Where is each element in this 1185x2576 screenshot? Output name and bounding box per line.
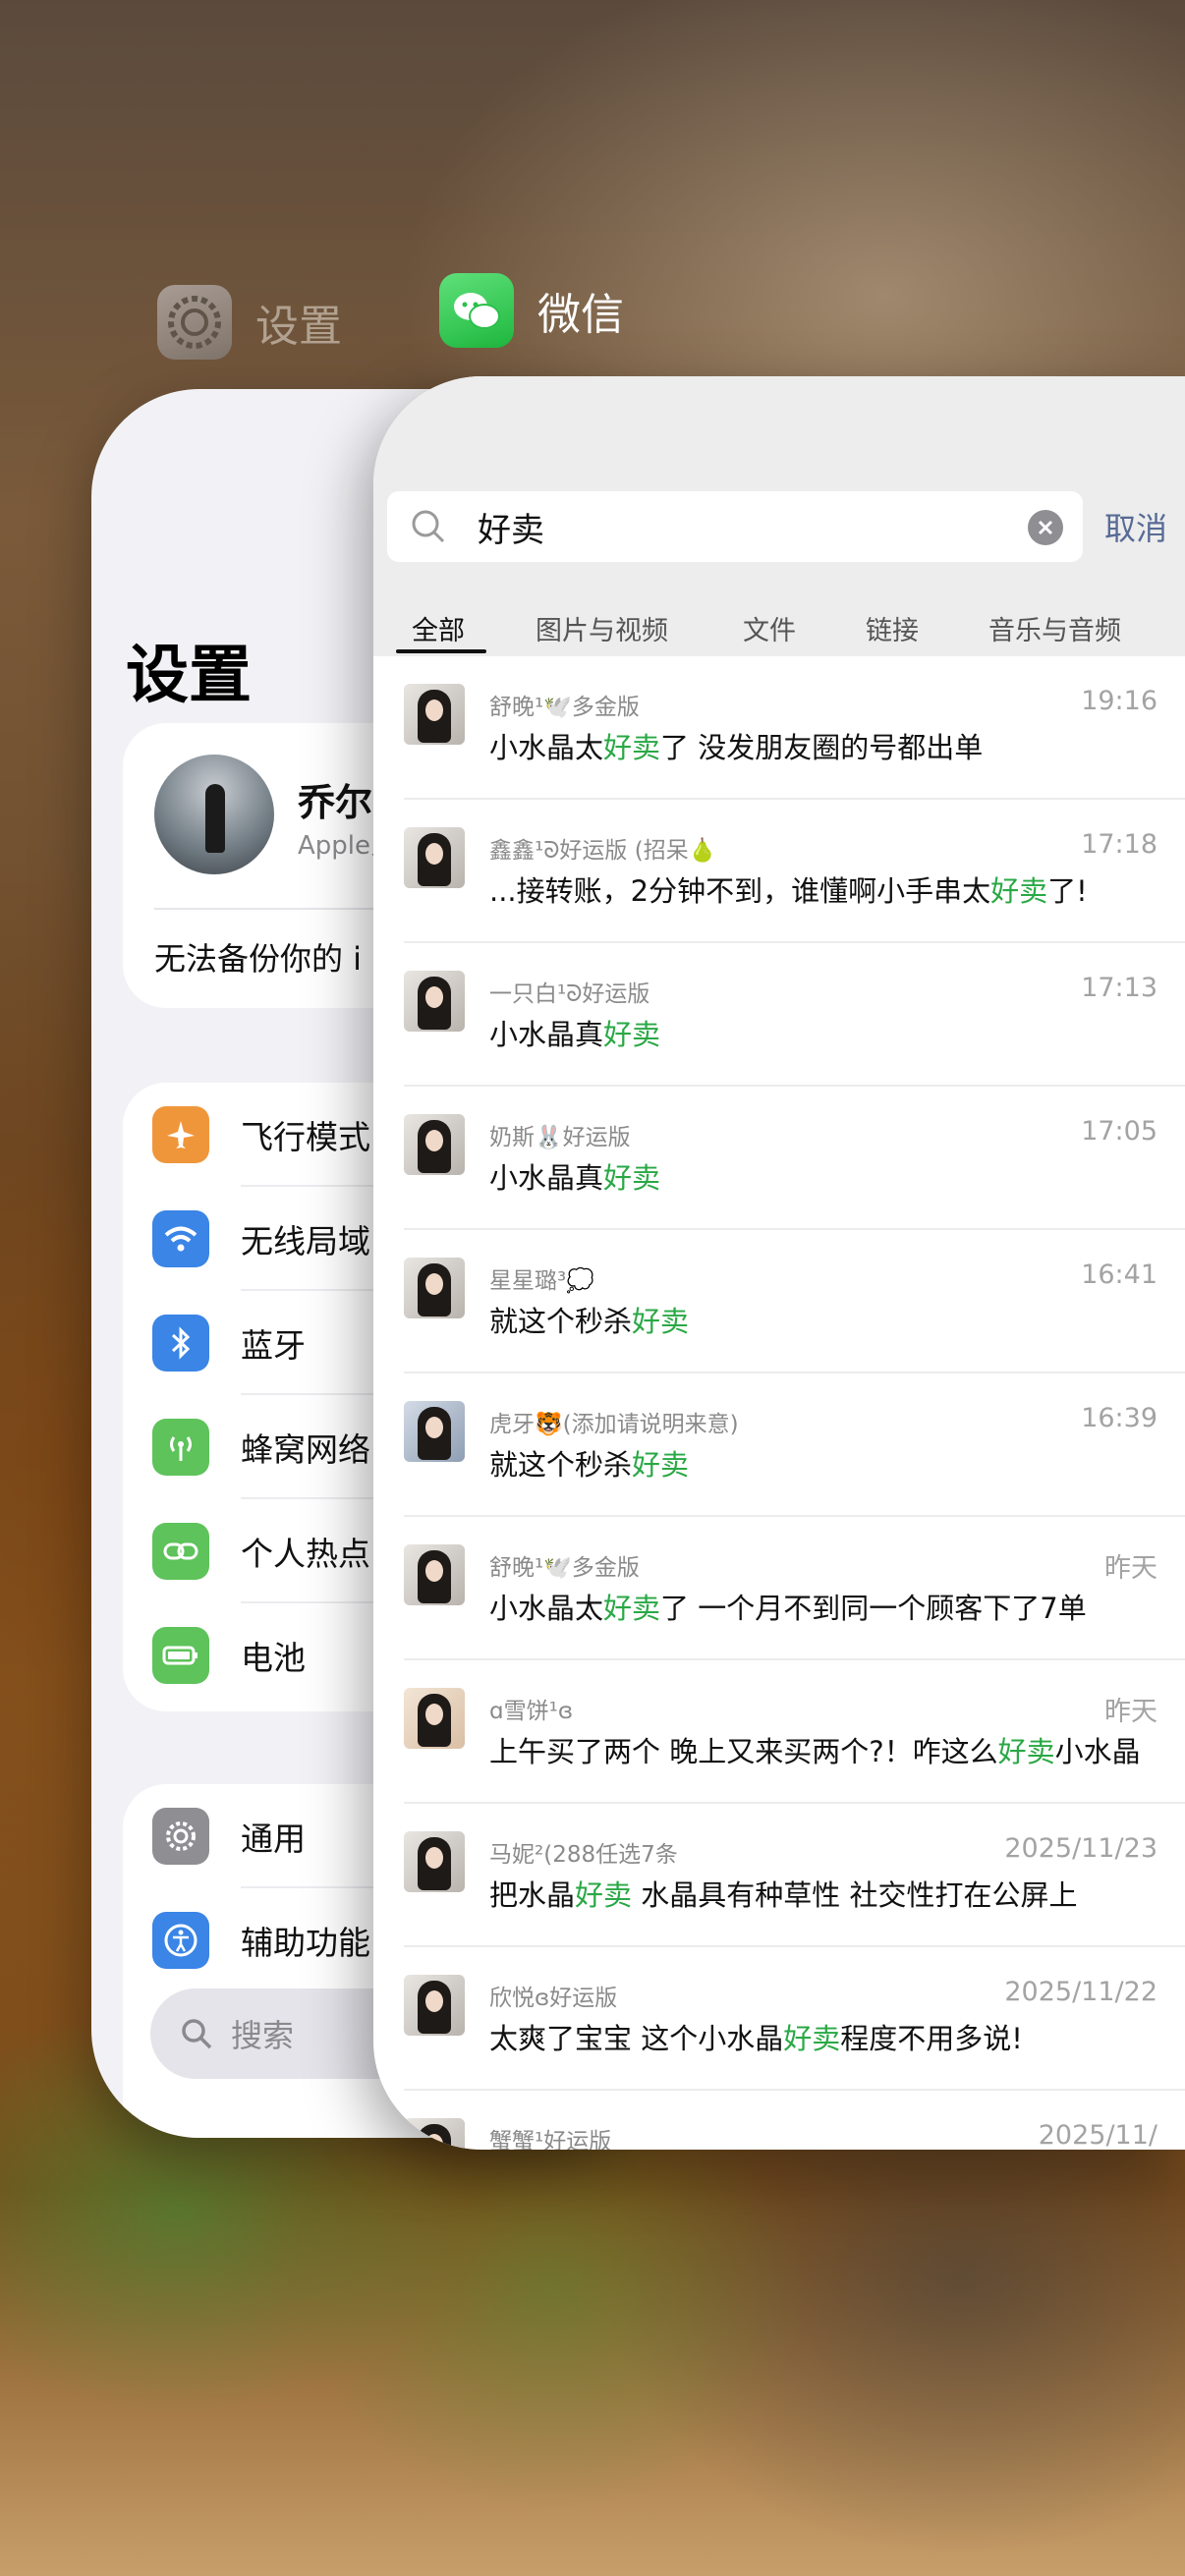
list-item[interactable]: 一只白¹ᘐ好运版 17:13 小水晶真好卖 — [373, 943, 1185, 1087]
message-time: 19:16 — [1081, 686, 1157, 716]
avatar — [404, 1831, 465, 1892]
sender-name: 马妮²(288任选7条 — [489, 1842, 678, 1868]
message-text: 小水晶太好卖了 一个月不到同一个顾客下了7单 — [489, 1592, 1087, 1625]
settings-item-label: 飞行模式 — [241, 1118, 370, 1156]
tab-files[interactable]: 文件 — [743, 609, 796, 647]
sender-name: 欣悦ɞ好运版 — [489, 1986, 618, 2011]
list-item[interactable]: 奶斯🐰好运版 17:05 小水晶真好卖 — [373, 1087, 1185, 1230]
search-icon — [412, 510, 445, 543]
settings-item-label: 个人热点 — [241, 1535, 370, 1573]
cellular-icon — [152, 1419, 209, 1476]
list-item[interactable]: 蟹蟹¹好运版 2025/11/ — [373, 2091, 1185, 2150]
message-text: 小水晶太好卖了 没发朋友圈的号都出单 — [489, 731, 984, 764]
page-title: 设置 — [126, 640, 252, 712]
avatar — [404, 827, 465, 888]
list-item[interactable]: 虎牙🐯(添加请说明来意) 16:39 就这个秒杀好卖 — [373, 1373, 1185, 1517]
clear-icon[interactable] — [1028, 510, 1063, 545]
message-time: 2025/11/ — [1038, 2120, 1157, 2150]
wifi-icon — [152, 1210, 209, 1267]
message-text: 把水晶好卖 水晶具有种草性 社交性打在公屏上 — [489, 1878, 1078, 1912]
settings-item-label: 通用 — [241, 1820, 306, 1858]
wechat-app-card[interactable]: 好卖 取消 全部 图片与视频 文件 链接 音乐与音频 舒晚¹🕊️多金版 19:1… — [373, 376, 1185, 2150]
search-icon — [182, 2019, 212, 2049]
list-item[interactable]: 马妮²(288任选7条 2025/11/23 把水晶好卖 水晶具有种草性 社交性… — [373, 1804, 1185, 1947]
profile-name: 乔尔 — [298, 781, 373, 824]
sender-name: 一只白¹ᘐ好运版 — [489, 981, 650, 1007]
avatar — [404, 1258, 465, 1318]
list-item[interactable]: 欣悦ɞ好运版 2025/11/22 太爽了宝宝 这个小水晶好卖程度不用多说! — [373, 1947, 1185, 2091]
avatar — [404, 1544, 465, 1605]
active-tab-indicator — [396, 649, 486, 653]
list-item[interactable]: 星星璐³💭 16:41 就这个秒杀好卖 — [373, 1230, 1185, 1373]
tab-links[interactable]: 链接 — [866, 609, 919, 647]
settings-item-label: 无线局域 — [241, 1222, 370, 1260]
sender-name: 奶斯🐰好运版 — [489, 1125, 631, 1150]
sender-name: ɑ雪饼¹ɞ — [489, 1699, 574, 1724]
sender-name: 蟹蟹¹好运版 — [489, 2129, 612, 2150]
message-text: 太爽了宝宝 这个小水晶好卖程度不用多说! — [489, 2022, 1023, 2055]
message-text: 上午买了两个 晚上又来买两个?！咋这么好卖小水晶 — [489, 1735, 1141, 1768]
message-time: 16:41 — [1081, 1260, 1157, 1290]
avatar — [404, 684, 465, 745]
list-item[interactable]: 舒晚¹🕊️多金版 19:16 小水晶太好卖了 没发朋友圈的号都出单 — [373, 656, 1185, 800]
settings-app-header[interactable]: 设置 — [157, 285, 342, 360]
tab-all[interactable]: 全部 — [412, 609, 465, 647]
avatar — [404, 1401, 465, 1462]
message-text: 小水晶真好卖 — [489, 1161, 661, 1195]
sender-name: 舒晚¹🕊️多金版 — [489, 695, 640, 720]
sender-name: 虎牙🐯(添加请说明来意) — [489, 1412, 739, 1437]
sender-name: 鑫鑫¹ᘐ好运版 (招呆🍐 — [489, 838, 717, 864]
settings-app-name: 设置 — [255, 302, 342, 352]
search-query: 好卖 — [478, 511, 544, 550]
search-input[interactable]: 好卖 — [387, 491, 1083, 562]
battery-icon — [152, 1627, 209, 1684]
list-item[interactable]: 舒晚¹🕊️多金版 昨天 小水晶太好卖了 一个月不到同一个顾客下了7单 — [373, 1517, 1185, 1660]
tab-music-audio[interactable]: 音乐与音频 — [988, 609, 1121, 647]
avatar — [404, 971, 465, 1032]
avatar — [404, 1114, 465, 1175]
avatar — [154, 755, 274, 874]
settings-item-label: 蓝牙 — [241, 1326, 306, 1365]
message-time: 17:13 — [1081, 973, 1157, 1003]
settings-gear-icon — [157, 285, 232, 360]
gear-icon — [152, 1808, 209, 1865]
bluetooth-icon — [152, 1315, 209, 1372]
message-text: 小水晶真好卖 — [489, 1018, 661, 1051]
settings-item-label: 电池 — [241, 1639, 306, 1677]
message-time: 17:05 — [1081, 1116, 1157, 1147]
sender-name: 星星璐³💭 — [489, 1268, 594, 1294]
sender-name: 舒晚¹🕊️多金版 — [489, 1555, 640, 1581]
result-tabs: 全部 图片与视频 文件 链接 音乐与音频 — [373, 597, 1185, 656]
message-text: 就这个秒杀好卖 — [489, 1448, 690, 1482]
settings-item-label: 辅助功能 — [241, 1924, 370, 1962]
message-text: 就这个秒杀好卖 — [489, 1305, 690, 1338]
tab-photos-videos[interactable]: 图片与视频 — [536, 609, 668, 647]
accessibility-icon — [152, 1912, 209, 1969]
airplane-icon — [152, 1106, 209, 1163]
message-time: 昨天 — [1104, 1697, 1157, 1727]
list-item[interactable]: ɑ雪饼¹ɞ 昨天 上午买了两个 晚上又来买两个?！咋这么好卖小水晶 — [373, 1660, 1185, 1804]
wechat-app-header[interactable]: 微信 — [439, 273, 624, 348]
message-time: 2025/11/23 — [1004, 1833, 1157, 1864]
list-item[interactable]: 鑫鑫¹ᘐ好运版 (招呆🍐 17:18 ...接转账，2分钟不到，谁懂啊小手串太好… — [373, 800, 1185, 943]
wechat-logo-icon — [439, 273, 514, 348]
message-text: ...接转账，2分钟不到，谁懂啊小手串太好卖了! — [489, 874, 1088, 908]
message-time: 昨天 — [1104, 1553, 1157, 1584]
avatar — [404, 1688, 465, 1749]
message-time: 16:39 — [1081, 1403, 1157, 1433]
search-placeholder: 搜索 — [231, 2017, 295, 2054]
wechat-app-name: 微信 — [537, 290, 624, 340]
backup-warning[interactable]: 无法备份你的 i — [154, 934, 362, 980]
hotspot-icon — [152, 1523, 209, 1580]
cancel-button[interactable]: 取消 — [1104, 504, 1167, 549]
avatar — [404, 2118, 465, 2150]
message-time: 17:18 — [1081, 829, 1157, 860]
avatar — [404, 1975, 465, 2036]
message-time: 2025/11/22 — [1004, 1977, 1157, 2007]
settings-item-label: 蜂窝网络 — [241, 1430, 370, 1469]
